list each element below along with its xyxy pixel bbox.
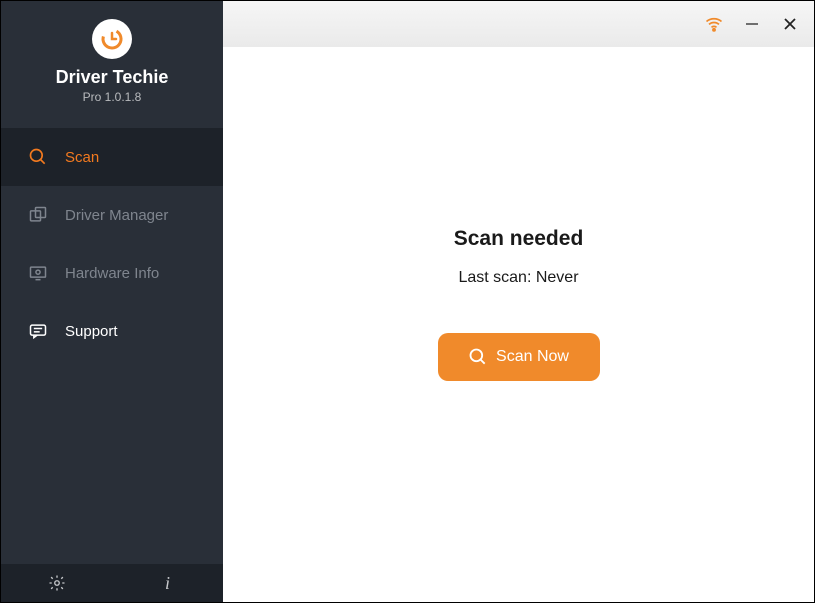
manager-icon — [25, 205, 51, 225]
sidebar-item-label: Driver Manager — [65, 207, 168, 224]
info-button[interactable]: i — [112, 564, 223, 602]
settings-button[interactable] — [1, 564, 112, 602]
sidebar-item-scan[interactable]: Scan — [1, 128, 223, 186]
wifi-indicator[interactable] — [704, 14, 724, 34]
minimize-icon — [744, 16, 760, 32]
sidebar-item-hardware-info[interactable]: Hardware Info — [1, 244, 223, 302]
app-window: Driver Techie Pro 1.0.1.8 Scan — [0, 0, 815, 603]
minimize-button[interactable] — [742, 14, 762, 34]
sidebar: Driver Techie Pro 1.0.1.8 Scan — [1, 1, 223, 602]
sidebar-item-label: Scan — [65, 149, 99, 166]
scan-now-label: Scan Now — [496, 348, 569, 366]
sidebar-item-driver-manager[interactable]: Driver Manager — [1, 186, 223, 244]
support-icon — [25, 321, 51, 341]
sidebar-item-support[interactable]: Support — [1, 302, 223, 360]
content-area: Scan needed Last scan: Never Scan Now — [223, 47, 814, 602]
search-icon — [25, 147, 51, 167]
close-button[interactable] — [780, 14, 800, 34]
brand-block: Driver Techie Pro 1.0.1.8 — [1, 1, 223, 114]
sidebar-item-label: Support — [65, 323, 118, 340]
close-icon — [782, 16, 798, 32]
app-version: Pro 1.0.1.8 — [83, 90, 142, 104]
scan-status-heading: Scan needed — [454, 227, 584, 251]
sidebar-item-label: Hardware Info — [65, 265, 159, 282]
hardware-icon — [25, 263, 51, 283]
search-icon — [468, 347, 488, 367]
logo-icon — [100, 27, 124, 51]
sidebar-nav: Scan Driver Manager — [1, 128, 223, 564]
titlebar — [223, 1, 814, 47]
wifi-icon — [704, 13, 724, 35]
gear-icon — [48, 574, 66, 592]
app-logo — [92, 19, 132, 59]
sidebar-footer: i — [1, 564, 223, 602]
info-icon: i — [165, 573, 170, 594]
main-area: Scan needed Last scan: Never Scan Now — [223, 1, 814, 602]
app-title: Driver Techie — [56, 67, 169, 88]
last-scan-text: Last scan: Never — [458, 269, 578, 287]
scan-now-button[interactable]: Scan Now — [438, 333, 600, 381]
